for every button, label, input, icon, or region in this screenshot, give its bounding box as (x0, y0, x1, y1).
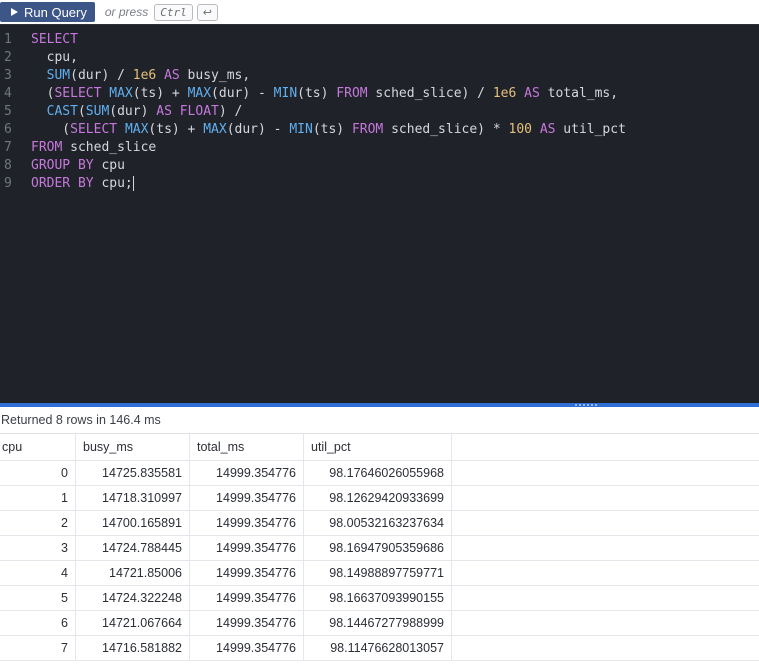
line-number: 3 (4, 68, 12, 83)
table-cell-cpu: 2 (0, 511, 76, 535)
table-cell-total-ms: 14999.354776 (190, 586, 304, 610)
column-header-cpu[interactable]: cpu (0, 434, 76, 460)
run-query-button[interactable]: Run Query (0, 2, 95, 22)
code-text: SUM(dur) / 1e6 AS busy_ms, (46, 68, 251, 83)
table-cell-util-pct: 98.16637093990155 (304, 586, 452, 610)
ctrl-key-badge: Ctrl (154, 3, 193, 21)
row-filler (452, 536, 759, 560)
line-number: 4 (4, 86, 12, 101)
table-cell-total-ms: 14999.354776 (190, 561, 304, 585)
play-icon (11, 8, 18, 16)
table-body: 0 14725.835581 14999.354776 98.176460260559… (0, 461, 759, 661)
text-cursor (132, 176, 134, 191)
code-line: 5 CAST(SUM(dur) AS FLOAT) / (0, 103, 759, 121)
table-cell-total-ms: 14999.354776 (190, 511, 304, 535)
table-cell-total-ms: 14999.354776 (190, 486, 304, 510)
header-filler (452, 434, 759, 460)
code-text: (SELECT MAX(ts) + MAX(dur) - MIN(ts) FRO… (31, 122, 626, 137)
code-text: cpu, (31, 50, 78, 65)
code-line: 1 SELECT (0, 31, 759, 49)
table-cell-busy-ms: 14700.165891 (76, 511, 190, 535)
table-cell-total-ms: 14999.354776 (190, 536, 304, 560)
row-filler (452, 636, 759, 660)
table-cell-busy-ms: 14724.322248 (76, 586, 190, 610)
code-text: FROM sched_slice (31, 140, 157, 155)
column-header-busy-ms[interactable]: busy_ms (76, 434, 190, 460)
table-cell-util-pct: 98.17646026055968 (304, 461, 452, 485)
table-row[interactable]: 7 14716.581882 14999.354776 98.114766280130… (0, 636, 759, 661)
table-cell-cpu: 3 (0, 536, 76, 560)
code-line: 6 (SELECT MAX(ts) + MAX(dur) - MIN(ts) F… (0, 121, 759, 139)
resize-handle[interactable] (0, 403, 759, 407)
table-cell-cpu: 7 (0, 636, 76, 660)
table-cell-cpu: 1 (0, 486, 76, 510)
table-row[interactable]: 0 14725.835581 14999.354776 98.176460260559… (0, 461, 759, 486)
table-cell-busy-ms: 14721.067664 (76, 611, 190, 635)
line-number: 1 (4, 32, 12, 47)
enter-key-icon: ↩ (196, 3, 218, 21)
table-cell-busy-ms: 14716.581882 (76, 636, 190, 660)
code-text: SELECT (31, 32, 78, 47)
code-line: 2 cpu, (0, 49, 759, 67)
run-query-label: Run Query (24, 4, 87, 20)
table-cell-util-pct: 98.12629420933699 (304, 486, 452, 510)
shortcut-hint: or press (104, 5, 149, 19)
row-filler (452, 561, 759, 585)
table-cell-busy-ms: 14724.788445 (76, 536, 190, 560)
table-cell-busy-ms: 14725.835581 (76, 461, 190, 485)
row-filler (452, 461, 759, 485)
line-number: 2 (4, 50, 12, 65)
table-row[interactable]: 2 14700.165891 14999.354776 98.005321632376… (0, 511, 759, 536)
table-cell-util-pct: 98.14988897759771 (304, 561, 452, 585)
table-cell-cpu: 6 (0, 611, 76, 635)
table-row[interactable]: 3 14724.788445 14999.354776 98.169479053596… (0, 536, 759, 561)
table-cell-total-ms: 14999.354776 (190, 611, 304, 635)
table-cell-util-pct: 98.16947905359686 (304, 536, 452, 560)
code-text: ORDER BY cpu; (31, 176, 134, 191)
table-row[interactable]: 5 14724.322248 14999.354776 98.166370939901… (0, 586, 759, 611)
query-status: Returned 8 rows in 146.4 ms (1, 413, 161, 427)
code-text: GROUP BY cpu (31, 158, 125, 173)
line-number: 9 (4, 176, 12, 191)
table-cell-total-ms: 14999.354776 (190, 461, 304, 485)
sql-editor[interactable]: 1 SELECT 2 cpu, 3 SUM(dur) / 1e6 AS busy_… (0, 24, 759, 403)
code-text: CAST(SUM(dur) AS FLOAT) / (46, 104, 243, 119)
table-cell-cpu: 0 (0, 461, 76, 485)
drag-grip-icon[interactable] (575, 404, 599, 406)
query-toolbar: Run Query or press Ctrl ↩ (0, 0, 759, 24)
code-line: 3 SUM(dur) / 1e6 AS busy_ms, (0, 67, 759, 85)
code-line: 4 (SELECT MAX(ts) + MAX(dur) - MIN(ts) F… (0, 85, 759, 103)
code-line: 8 GROUP BY cpu (0, 157, 759, 175)
code-area[interactable]: 1 SELECT 2 cpu, 3 SUM(dur) / 1e6 AS busy_… (0, 31, 759, 193)
row-filler (452, 586, 759, 610)
table-row[interactable]: 4 14721.85006 14999.354776 98.1498889775977… (0, 561, 759, 586)
line-number: 8 (4, 158, 12, 173)
table-cell-cpu: 4 (0, 561, 76, 585)
table-row[interactable]: 6 14721.067664 14999.354776 98.144672779889… (0, 611, 759, 636)
table-cell-util-pct: 98.14467277988999 (304, 611, 452, 635)
column-header-total-ms[interactable]: total_ms (190, 434, 304, 460)
table-cell-util-pct: 98.11476628013057 (304, 636, 452, 660)
row-filler (452, 611, 759, 635)
column-header-util-pct[interactable]: util_pct (304, 434, 452, 460)
row-filler (452, 511, 759, 535)
code-text: (SELECT MAX(ts) + MAX(dur) - MIN(ts) FRO… (31, 86, 619, 101)
table-cell-busy-ms: 14721.85006 (76, 561, 190, 585)
table-cell-util-pct: 98.00532163237634 (304, 511, 452, 535)
table-row[interactable]: 1 14718.310997 14999.354776 98.126294209336… (0, 486, 759, 511)
table-header-row: cpu busy_ms total_ms util_pct (0, 434, 759, 461)
table-cell-busy-ms: 14718.310997 (76, 486, 190, 510)
line-number: 6 (4, 122, 12, 137)
line-number: 5 (4, 104, 12, 119)
table-cell-cpu: 5 (0, 586, 76, 610)
table-cell-total-ms: 14999.354776 (190, 636, 304, 660)
results-table: cpu busy_ms total_ms util_pct 0 14725.835… (0, 433, 759, 661)
line-number: 7 (4, 140, 12, 155)
row-filler (452, 486, 759, 510)
code-line: 7 FROM sched_slice (0, 139, 759, 157)
code-line: 9 ORDER BY cpu; (0, 175, 759, 193)
